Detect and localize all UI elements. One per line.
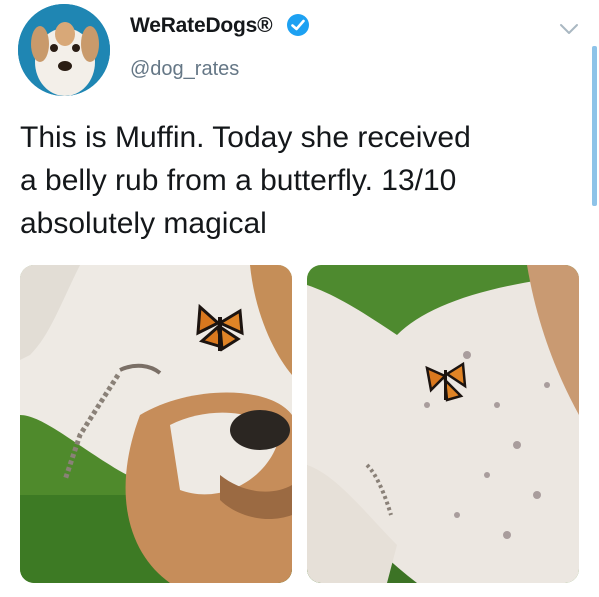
dog-with-butterfly-photo-icon <box>20 265 292 583</box>
tweet-text-line: This is Muffin. Today she received <box>20 121 471 154</box>
tweet-photo-1[interactable] <box>20 265 292 583</box>
tweet-text: This is Muffin. Today she received a bel… <box>20 116 580 245</box>
scrollbar[interactable] <box>592 46 597 206</box>
dog-avatar-icon <box>18 4 110 96</box>
tweet-text-line: a belly rub from a butterfly. 13/10 <box>20 164 457 197</box>
tweet-text-line: absolutely magical <box>20 207 267 240</box>
tweet-card[interactable]: WeRateDogs® @dog_rates This is Muffin. T… <box>0 0 599 597</box>
display-name[interactable]: WeRateDogs® <box>130 14 273 38</box>
avatar[interactable] <box>18 4 110 96</box>
verified-badge-icon <box>287 14 309 36</box>
chevron-down-icon[interactable] <box>556 16 582 42</box>
user-handle[interactable]: @dog_rates <box>130 58 239 81</box>
dog-belly-butterfly-photo-icon <box>307 265 579 583</box>
tweet-photo-2[interactable] <box>307 265 579 583</box>
